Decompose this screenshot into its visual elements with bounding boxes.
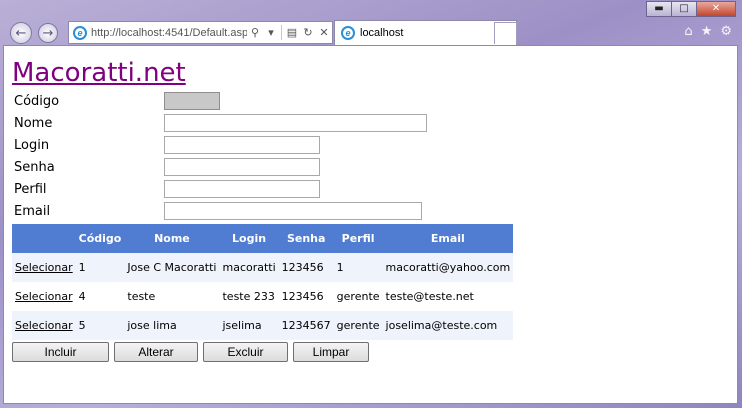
users-grid: Código Nome Login Senha Perfil Email Sel… [12,224,514,340]
grid-cell-select: Selecionar [12,311,76,340]
tab-title: localhost [360,27,404,39]
perfil-field[interactable] [164,180,320,198]
ie-tab-icon: e [341,26,355,40]
forward-icon[interactable]: → [38,23,58,43]
grid-cell-perfil: gerente [333,311,383,340]
codigo-row: Código [14,91,220,111]
grid-cell-nome: jose lima [124,311,220,340]
home-icon[interactable]: ⌂ [684,24,692,39]
grid-header-row: Código Nome Login Senha Perfil Email [12,224,514,253]
codigo-field [164,92,220,110]
site-title-link[interactable]: Macoratti.net [12,58,186,88]
search-icon[interactable]: ⚲ [247,26,263,39]
new-tab-button[interactable] [494,22,517,44]
grid-header-email: Email [382,224,514,253]
incluir-button[interactable]: Incluir [12,342,109,362]
grid-cell-codigo: 1 [75,253,125,282]
select-link[interactable]: Selecionar [15,261,73,274]
ie-page-icon: e [73,25,87,40]
grid-cell-select: Selecionar [12,282,76,311]
perfil-row: Perfil [14,179,320,199]
perfil-label: Perfil [14,181,47,197]
grid-header-nome: Nome [124,224,220,253]
grid-cell-perfil: 1 [333,253,383,282]
grid-cell-senha: 123456 [278,282,334,311]
senha-field[interactable] [164,158,320,176]
login-row: Login [14,135,320,155]
grid-header-login: Login [219,224,279,253]
window-controls: ▬ □ ✕ [646,1,736,17]
refresh-icon[interactable]: ↻ [300,26,316,39]
grid-header-select [12,224,76,253]
dropdown-icon[interactable]: ▾ [263,26,279,39]
login-label: Login [14,137,50,153]
email-label: Email [14,203,51,219]
grid-cell-senha: 1234567 [278,311,334,340]
minimize-icon[interactable]: ▬ [646,1,672,17]
table-row: Selecionar 5 jose lima jselima 1234567 g… [12,311,514,340]
browser-tools: ⌂ ★ ⚙ [684,24,732,39]
nome-field[interactable] [164,114,427,132]
grid-cell-codigo: 4 [75,282,125,311]
stop-icon[interactable]: ✕ [316,26,332,39]
nome-row: Nome [14,113,427,133]
grid-cell-perfil: gerente [333,282,383,311]
close-icon[interactable]: ✕ [696,1,736,17]
email-row: Email [14,201,422,221]
grid-cell-login: macoratti [219,253,279,282]
address-divider [281,25,282,40]
email-field[interactable] [164,202,422,220]
select-link[interactable]: Selecionar [15,290,73,303]
grid-header-senha: Senha [278,224,334,253]
grid-cell-nome: teste [124,282,220,311]
grid-cell-senha: 123456 [278,253,334,282]
gear-icon[interactable]: ⚙ [720,24,732,39]
address-text[interactable]: http://localhost:4541/Default.aspx [91,27,247,39]
maximize-icon[interactable]: □ [671,1,697,17]
grid-cell-codigo: 5 [75,311,125,340]
senha-label: Senha [14,159,55,175]
grid-cell-nome: Jose C Macoratti [124,253,220,282]
grid-cell-email: joselima@teste.com [382,311,514,340]
table-row: Selecionar 4 teste teste 233 123456 gere… [12,282,514,311]
table-row: Selecionar 1 Jose C Macoratti macoratti … [12,253,514,282]
codigo-label: Código [14,93,60,109]
grid-cell-email: macoratti@yahoo.com [382,253,514,282]
grid-cell-login: teste 233 [219,282,279,311]
back-icon[interactable]: ← [10,22,32,44]
excluir-button[interactable]: Excluir [203,342,288,362]
login-field[interactable] [164,136,320,154]
page-viewport: Macoratti.net Código Nome Login Senha Pe… [3,45,738,404]
senha-row: Senha [14,157,320,177]
grid-header-perfil: Perfil [333,224,383,253]
compatibility-view-icon[interactable]: ▤ [284,26,300,39]
favorites-star-icon[interactable]: ★ [701,24,713,39]
tab-localhost[interactable]: e localhost [334,20,517,45]
address-bar[interactable]: e http://localhost:4541/Default.aspx ⚲ ▾… [68,21,333,44]
select-link[interactable]: Selecionar [15,319,73,332]
grid-cell-email: teste@teste.net [382,282,514,311]
nome-label: Nome [14,115,53,131]
alterar-button[interactable]: Alterar [114,342,198,362]
grid-cell-select: Selecionar [12,253,76,282]
limpar-button[interactable]: Limpar [293,342,369,362]
grid-header-codigo: Código [75,224,125,253]
grid-cell-login: jselima [219,311,279,340]
